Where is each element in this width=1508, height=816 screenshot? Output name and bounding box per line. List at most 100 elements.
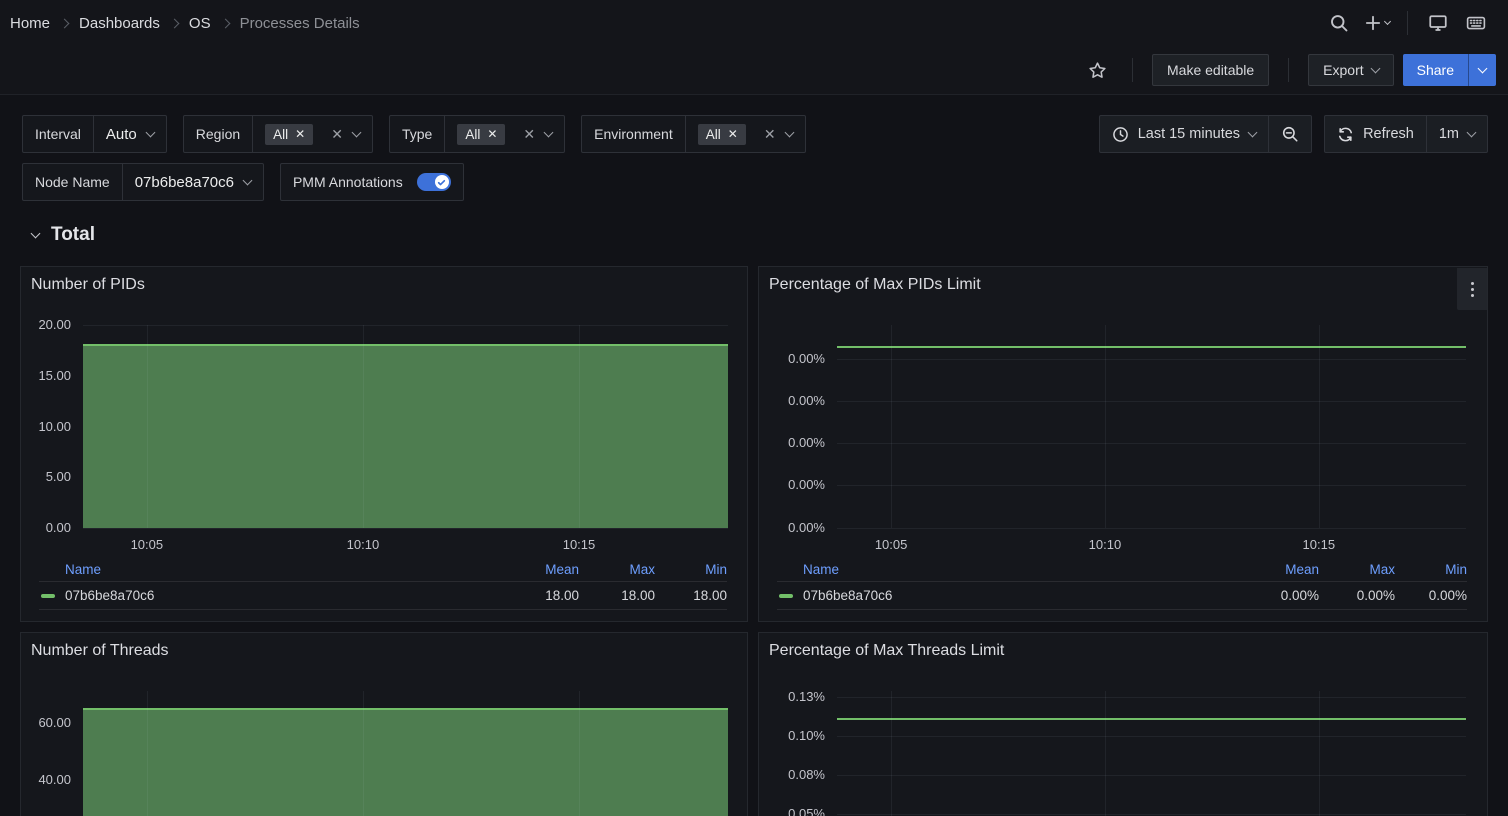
y-axis-tick-label: 0.08% (759, 767, 825, 783)
refresh-interval-select[interactable]: 1m (1426, 116, 1487, 152)
legend-header-min[interactable]: Min (655, 562, 727, 577)
top-nav-actions (1323, 7, 1492, 39)
legend-header-max[interactable]: Max (579, 562, 655, 577)
refresh-button[interactable]: Refresh (1325, 116, 1426, 152)
panel-percentage-max-pids-limit: Percentage of Max PIDs Limit 0.00%0.00%0… (758, 266, 1488, 622)
breadcrumb-home[interactable]: Home (10, 15, 50, 32)
legend-series-name[interactable]: 07b6be8a70c6 (777, 588, 1243, 603)
legend-header-min[interactable]: Min (1395, 562, 1467, 577)
type-chip-all[interactable]: All ✕ (457, 124, 505, 145)
legend-header-name[interactable]: Name (39, 562, 503, 577)
gridline-horizontal (837, 697, 1466, 698)
search-icon[interactable] (1323, 7, 1355, 39)
series-area (83, 345, 728, 528)
series-swatch-icon (41, 594, 55, 598)
panel-number-of-pids: Number of PIDs 20.0015.0010.005.000.0010… (20, 266, 748, 622)
x-axis-tick-label: 10:05 (115, 537, 179, 552)
x-axis-tick-label: 10:15 (1287, 537, 1351, 552)
x-axis-tick-label: 10:10 (331, 537, 395, 552)
gridline-horizontal (83, 325, 728, 326)
chevron-right-icon (220, 18, 230, 28)
gridline-horizontal (837, 443, 1466, 444)
make-editable-button[interactable]: Make editable (1152, 54, 1269, 86)
close-icon[interactable]: ✕ (295, 128, 305, 140)
gridline-vertical (579, 325, 580, 528)
time-range-picker[interactable]: Last 15 minutes (1100, 116, 1268, 152)
chevron-down-icon (1384, 17, 1391, 24)
section-header-total[interactable]: Total (32, 224, 95, 246)
gridline-horizontal (837, 359, 1466, 360)
gridline-vertical (1105, 691, 1106, 816)
legend-header-name[interactable]: Name (777, 562, 1243, 577)
chevron-down-icon (145, 127, 155, 137)
y-axis-tick-label: 0.00% (759, 393, 825, 409)
zoom-out-icon (1281, 125, 1299, 143)
pmm-annotations-toggle[interactable] (417, 173, 451, 191)
series-swatch-icon (779, 594, 793, 598)
chevron-right-icon (169, 18, 179, 28)
chip-label: All (273, 127, 288, 142)
chevron-down-icon (1478, 63, 1488, 73)
variables-row-1: Interval Auto Region All ✕ ✕ Type All ✕ … (22, 115, 806, 153)
gridline-horizontal (837, 736, 1466, 737)
environment-chip-all[interactable]: All ✕ (698, 124, 746, 145)
panel-number-of-threads: Number of Threads 60.0040.00 (20, 632, 748, 816)
x-axis-tick-label: 10:15 (547, 537, 611, 552)
series-line (837, 346, 1466, 348)
y-axis-tick-label: 0.13% (759, 689, 825, 705)
chevron-down-icon[interactable] (544, 127, 554, 137)
chart-number-of-threads[interactable]: 60.0040.00 (21, 633, 747, 816)
y-axis-tick-label: 15.00 (21, 368, 71, 384)
interval-select[interactable]: Auto (94, 116, 166, 152)
star-icon[interactable] (1081, 54, 1113, 86)
y-axis-tick-label: 20.00 (21, 317, 71, 333)
chevron-down-icon[interactable] (784, 127, 794, 137)
legend-value-mean: 0.00% (1243, 588, 1319, 603)
variables-row-2: Node Name 07b6be8a70c6 PMM Annotations (22, 163, 464, 201)
environment-label: Environment (582, 116, 686, 152)
keyboard-icon[interactable] (1460, 7, 1492, 39)
breadcrumb: Home Dashboards OS Processes Details (10, 15, 360, 32)
chart-percentage-max-threads-limit[interactable]: 0.13%0.10%0.08%0.05% (759, 633, 1487, 816)
close-icon[interactable]: ✕ (728, 128, 738, 140)
legend-header-mean[interactable]: Mean (503, 562, 579, 577)
gridline-vertical (147, 691, 148, 816)
legend-series-name[interactable]: 07b6be8a70c6 (39, 588, 503, 603)
y-axis-tick-label: 0.05% (759, 806, 825, 816)
clear-selection-icon[interactable]: ✕ (331, 127, 343, 141)
series-area (83, 709, 728, 816)
breadcrumb-os[interactable]: OS (189, 15, 211, 32)
monitor-icon[interactable] (1422, 7, 1454, 39)
chart-percentage-max-pids-limit[interactable]: 0.00%0.00%0.00%0.00%0.00%10:0510:1010:15… (759, 267, 1487, 621)
chevron-down-icon (1248, 127, 1258, 137)
interval-filter: Interval Auto (22, 115, 167, 153)
legend-header-mean[interactable]: Mean (1243, 562, 1319, 577)
share-button[interactable]: Share (1403, 54, 1468, 86)
node-name-select[interactable]: 07b6be8a70c6 (123, 164, 263, 200)
chart-number-of-pids[interactable]: 20.0015.0010.005.000.0010:0510:1010:15Na… (21, 267, 747, 621)
legend-series-label: 07b6be8a70c6 (65, 588, 154, 603)
clear-selection-icon[interactable]: ✕ (523, 127, 535, 141)
share-menu-button[interactable] (1468, 54, 1496, 86)
y-axis-tick-label: 40.00 (21, 772, 71, 788)
clear-selection-icon[interactable]: ✕ (764, 127, 776, 141)
series-line (83, 708, 728, 710)
gridline-horizontal (837, 528, 1466, 529)
panel-menu-button[interactable] (1457, 268, 1487, 310)
export-button[interactable]: Export (1308, 54, 1393, 86)
breadcrumb-dashboards[interactable]: Dashboards (79, 15, 160, 32)
chip-label: All (706, 127, 721, 142)
legend-series-label: 07b6be8a70c6 (803, 588, 892, 603)
zoom-out-button[interactable] (1268, 116, 1311, 152)
node-name-filter: Node Name 07b6be8a70c6 (22, 163, 264, 201)
legend-header-max[interactable]: Max (1319, 562, 1395, 577)
breadcrumb-current: Processes Details (240, 15, 360, 32)
add-button[interactable] (1361, 7, 1393, 39)
close-icon[interactable]: ✕ (487, 128, 497, 140)
interval-label: Interval (23, 116, 94, 152)
environment-filter: Environment All ✕ ✕ (581, 115, 805, 153)
chevron-down-icon[interactable] (352, 127, 362, 137)
gridline-vertical (363, 325, 364, 528)
type-label: Type (390, 116, 445, 152)
region-chip-all[interactable]: All ✕ (265, 124, 313, 145)
